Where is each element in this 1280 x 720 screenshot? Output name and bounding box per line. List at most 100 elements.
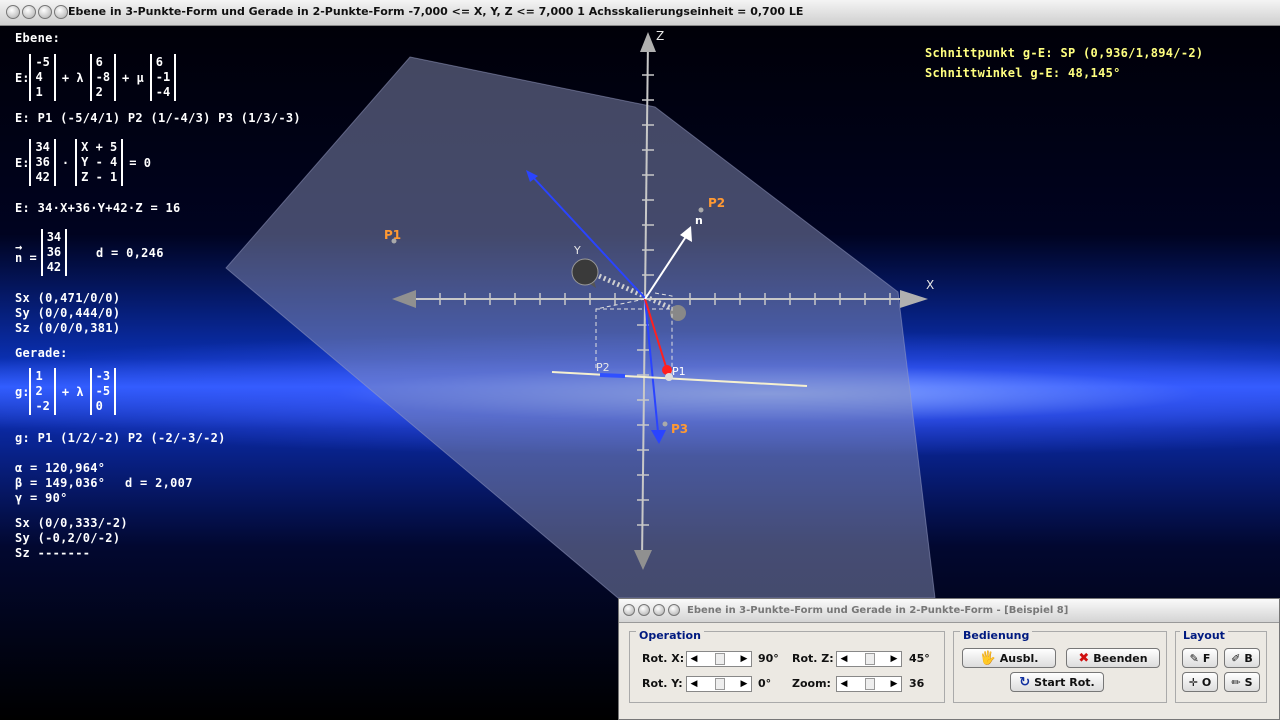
bedienung-group: Bedienung 🖐 Ausbl. ✖ Beenden ↻ Start Rot…: [953, 629, 1167, 703]
rot-x-slider[interactable]: ◀ ▶: [686, 651, 752, 667]
gerade-v0-z: -2: [35, 399, 50, 413]
maximize-button[interactable]: [38, 5, 52, 19]
dialog-maximize-button[interactable]: [653, 604, 665, 616]
rot-z-value: 45°: [909, 652, 930, 665]
layout-s-label: S: [1244, 675, 1253, 689]
gerade-v1: -3 -5 0: [89, 368, 117, 415]
n-vec-y: 36: [46, 245, 62, 259]
layout-s-button[interactable]: ✏ S: [1224, 672, 1260, 692]
zoom-label: Zoom:: [792, 677, 831, 690]
rot-z-label: Rot. Z:: [792, 652, 834, 665]
x-axis-label: X: [926, 278, 934, 292]
ebene-coord-eq: E: 34·X+36·Y+42·Z = 16: [15, 201, 181, 215]
ebene-dot: ·: [61, 155, 70, 170]
rot-z-slider[interactable]: ◀ ▶: [836, 651, 902, 667]
title-bar: Ebene in 3-Punkte-Form und Gerade in 2-P…: [0, 0, 1280, 26]
z-axis-arrow-top: [640, 32, 656, 52]
ebene-v1-x: 6: [95, 55, 103, 69]
rot-x-right-arrow[interactable]: ▶: [737, 652, 751, 666]
minimize-button[interactable]: [22, 5, 36, 19]
plane-p3-label: P3: [671, 422, 688, 436]
rotate-icon: ↻: [1019, 674, 1031, 690]
start-rot-label: Start Rot.: [1034, 675, 1095, 689]
n-vec: 34 36 42: [40, 229, 68, 276]
y-axis-cone-tip: [571, 258, 599, 286]
plane-p1-label: P1: [384, 228, 401, 242]
gerade-heading: Gerade:: [15, 346, 68, 360]
ebene-v2: 6 -1 -4: [149, 54, 177, 101]
rot-z-thumb[interactable]: [865, 653, 875, 665]
ebene-eq-zero: = 0: [129, 155, 151, 170]
ebene-v1-y: -8: [95, 70, 111, 84]
layout-group: Layout ✎ F ✐ B ✛ O ✏ S: [1175, 629, 1267, 703]
rot-y-right-arrow[interactable]: ▶: [737, 677, 751, 691]
brush-icon: ✎: [1189, 651, 1199, 665]
layout-b-button[interactable]: ✐ B: [1224, 648, 1260, 668]
dialog-minimize-button[interactable]: [638, 604, 650, 616]
crosshair-icon: ✛: [1188, 675, 1198, 689]
ebene-distance: d = 0,246: [96, 246, 164, 260]
ebene-param-prefix: E:: [15, 70, 30, 85]
window-menu-button[interactable]: [6, 5, 20, 19]
operation-label: Operation: [636, 629, 704, 642]
ebene-v0: -5 4 1: [29, 54, 56, 101]
fill-icon: ✐: [1231, 651, 1241, 665]
rot-z-left-arrow[interactable]: ◀: [837, 652, 851, 666]
dialog-close-button[interactable]: [668, 604, 680, 616]
zoom-left-arrow[interactable]: ◀: [837, 677, 851, 691]
gerade-points: g: P1 (1/2/-2) P2 (-2/-3/-2): [15, 431, 226, 445]
gerade-beta: β = 149,036°: [15, 476, 106, 490]
start-rot-button[interactable]: ↻ Start Rot.: [1010, 672, 1104, 692]
ebene-lambda: + λ: [61, 70, 84, 85]
close-button[interactable]: [54, 5, 68, 19]
ebene-normal-vec: 34 36 42: [29, 139, 56, 186]
rot-z-right-arrow[interactable]: ▶: [887, 652, 901, 666]
ebene-sx: Sx (0,471/0/0): [15, 291, 121, 305]
n-vec-z: 42: [46, 260, 62, 274]
rot-x-left-arrow[interactable]: ◀: [687, 652, 701, 666]
zoom-right-arrow[interactable]: ▶: [887, 677, 901, 691]
ebene-normal-x: 34: [35, 140, 50, 154]
gerade-sy: Sy (-0,2/0/-2): [15, 531, 121, 545]
ausbl-button[interactable]: 🖐 Ausbl.: [962, 648, 1056, 668]
gerade-v1-z: 0: [95, 399, 103, 413]
layout-f-label: F: [1202, 651, 1211, 665]
dialog-menu-button[interactable]: [623, 604, 635, 616]
ebene-v1-z: 2: [95, 85, 103, 99]
ebene-heading: Ebene:: [15, 31, 61, 45]
ausbl-label: Ausbl.: [999, 651, 1039, 665]
rot-x-thumb[interactable]: [715, 653, 725, 665]
close-x-icon: ✖: [1078, 650, 1090, 666]
ebene-v2-y: -1: [155, 70, 171, 84]
ebene-xvec-z: Z - 1: [81, 170, 118, 184]
plane-point-p2: [698, 207, 704, 213]
x-axis-arrow-right: [900, 290, 928, 308]
n-vec-x: 34: [46, 230, 62, 244]
ebene-v2-z: -4: [155, 85, 171, 99]
line-g-blue-segment: [599, 373, 626, 378]
gerade-lambda: + λ: [61, 384, 84, 399]
plane-p2-label: P2: [708, 196, 725, 210]
gerade-v0: 1 2 -2: [29, 368, 56, 415]
layout-f-button[interactable]: ✎ F: [1182, 648, 1218, 668]
gerade-alpha: α = 120,964°: [15, 461, 106, 475]
beenden-button[interactable]: ✖ Beenden: [1066, 648, 1160, 668]
rot-y-thumb[interactable]: [715, 678, 725, 690]
ebene-n-vector: → n = 34 36 42: [15, 229, 68, 276]
zoom-thumb[interactable]: [865, 678, 875, 690]
gerade-v0-y: 2: [35, 384, 43, 398]
zoom-slider[interactable]: ◀ ▶: [836, 676, 902, 692]
ebene-v0-z: 1: [35, 85, 43, 99]
ebene-v2-x: 6: [155, 55, 163, 69]
gerade-v1-y: -5: [95, 384, 111, 398]
layout-o-button[interactable]: ✛ O: [1182, 672, 1218, 692]
ebene-mu: + μ: [122, 70, 144, 85]
ebene-xvec-x: X + 5: [81, 140, 118, 154]
rot-y-slider[interactable]: ◀ ▶: [686, 676, 752, 692]
bedienung-label: Bedienung: [960, 629, 1033, 642]
ebene-normal-prefix: E:: [15, 155, 30, 170]
ebene-v0-x: -5: [35, 55, 50, 69]
line-p2-label: P2: [596, 361, 610, 374]
rot-y-left-arrow[interactable]: ◀: [687, 677, 701, 691]
zoom-value: 36: [909, 677, 925, 690]
